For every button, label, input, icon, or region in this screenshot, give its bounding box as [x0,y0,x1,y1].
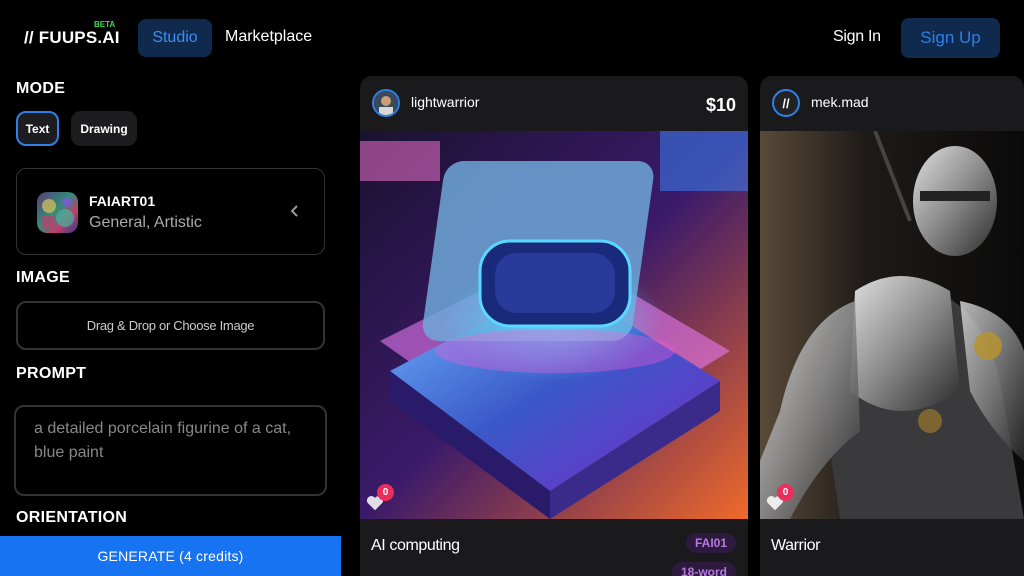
card-title: AI computing [371,537,460,554]
generate-button[interactable]: GENERATE (4 credits) [0,536,341,576]
model-categories: General, Artistic [89,214,202,231]
sign-up-button[interactable]: Sign Up [901,18,1000,58]
nav-studio[interactable]: Studio [138,19,212,57]
beta-badge: BETA [94,20,116,29]
prompt-input[interactable] [14,405,327,496]
sign-in-link[interactable]: Sign In [833,28,881,46]
artwork-card[interactable]: // mek.mad 0 Warrior [760,76,1024,576]
username[interactable]: mek.mad [811,94,869,110]
card-header: // mek.mad [760,76,1024,131]
model-tag: FAI01 [685,533,736,553]
artwork-card[interactable]: lightwarrior $10 0 AI computing FAI01 18… [360,76,748,576]
like-count-badge: 0 [377,484,394,501]
avatar[interactable] [372,89,400,117]
nav-marketplace[interactable]: Marketplace [225,28,312,46]
model-thumbnail [37,192,78,233]
model-name: FAIART01 [89,193,156,209]
prompt-label: PROMPT [16,365,87,382]
mode-text-button[interactable]: Text [16,111,59,146]
mode-drawing-button[interactable]: Drawing [71,111,137,146]
artwork-image[interactable]: 0 [360,131,748,519]
image-drop-zone[interactable]: Drag & Drop or Choose Image [16,301,325,350]
avatar[interactable]: // [772,89,800,117]
chevron-left-icon[interactable] [289,202,301,223]
artwork-image[interactable]: 0 [760,131,1024,519]
mode-label: MODE [16,80,66,97]
like-count-badge: 0 [777,484,794,501]
model-selector[interactable]: FAIART01 General, Artistic [16,168,325,255]
price: $10 [705,95,736,115]
image-label: IMAGE [16,269,70,286]
logo[interactable]: // FUUPS.AI [24,28,120,48]
card-header: lightwarrior $10 [360,76,748,131]
prompt-length-tag: 18-word [671,562,736,576]
card-title: Warrior [771,537,821,554]
username[interactable]: lightwarrior [411,94,479,110]
orientation-label: ORIENTATION [16,509,128,526]
